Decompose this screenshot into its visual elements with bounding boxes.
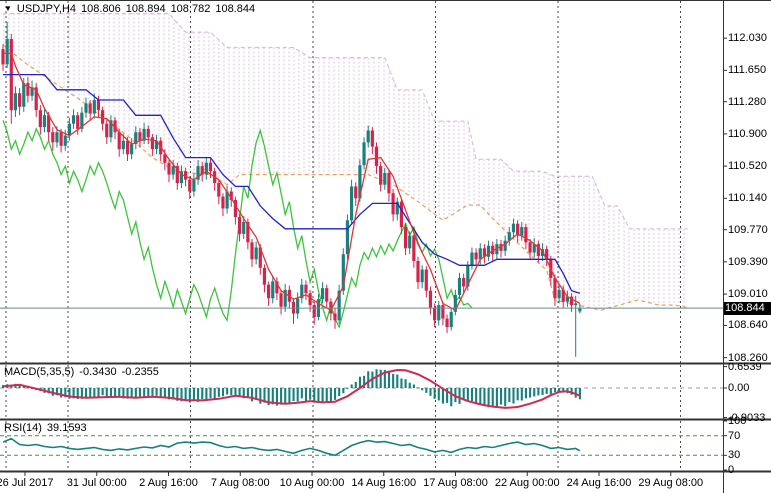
indicator-axis-label: 0.00	[728, 383, 749, 394]
time-axis-label: 17 Aug 08:00	[423, 478, 488, 489]
indicator-axis-label: 0.6539	[728, 362, 762, 373]
time-axis-label: 31 Jul 00:00	[67, 478, 127, 489]
bar-close-value: 108.844	[215, 3, 255, 15]
macd-name: MACD(5,35,5)	[4, 366, 74, 378]
current-price-badge: 108.844	[724, 302, 771, 315]
indicator-axis-label: 30	[728, 450, 740, 461]
time-axis-label: 26 Jul 2017	[0, 478, 53, 489]
price-axis-label: 109.010	[728, 289, 768, 300]
time-axis-label: 7 Aug 08:00	[211, 478, 270, 489]
price-axis-label: 109.390	[728, 257, 768, 268]
rsi-name: RSI(14)	[4, 422, 42, 434]
price-axis-label: 110.900	[728, 129, 767, 140]
price-axis-label: 110.520	[728, 161, 767, 172]
chart-canvas[interactable]	[0, 0, 771, 493]
indicator-axis-label: 70	[728, 431, 740, 442]
macd-indicator-label: MACD(5,35,5) -0.3430 -0.2355	[4, 367, 164, 378]
bar-high-value: 108.894	[126, 3, 166, 15]
symbol-timeframe-label: USDJPY,H4	[17, 3, 76, 15]
bar-open-value: 108.806	[81, 3, 121, 15]
time-axis-label: 10 Aug 00:00	[280, 478, 345, 489]
price-axis-label: 110.140	[728, 193, 767, 204]
bar-low-value: 108.782	[171, 3, 211, 15]
price-axis-label: 109.770	[728, 225, 768, 236]
indicator-axis-label: 100	[728, 416, 746, 427]
macd-signal-value: -0.2355	[122, 366, 159, 378]
time-axis-label: 14 Aug 16:00	[351, 478, 416, 489]
price-axis-label: 108.640	[728, 320, 768, 331]
price-axis-label: 111.280	[728, 97, 766, 108]
price-axis-label: 112.030	[728, 33, 767, 44]
rsi-indicator-label: RSI(14) 39.1593	[4, 423, 92, 434]
price-axis-label: 111.650	[728, 65, 766, 76]
time-axis-label: 22 Aug 00:00	[495, 478, 560, 489]
time-axis-label: 2 Aug 16:00	[139, 478, 198, 489]
chart-title: ▼ USDJPY,H4 108.806 108.894 108.782 108.844	[4, 4, 260, 15]
time-axis-label: 29 Aug 08:00	[638, 478, 703, 489]
indicator-axis-label: 0	[728, 465, 734, 476]
mt4-chart-window: ▼ USDJPY,H4 108.806 108.894 108.782 108.844 M…	[0, 0, 771, 493]
macd-main-value: -0.3430	[79, 366, 116, 378]
symbol-dropdown-icon[interactable]: ▼	[4, 4, 12, 13]
rsi-value: 39.1593	[47, 422, 87, 434]
time-axis-label: 24 Aug 16:00	[567, 478, 632, 489]
